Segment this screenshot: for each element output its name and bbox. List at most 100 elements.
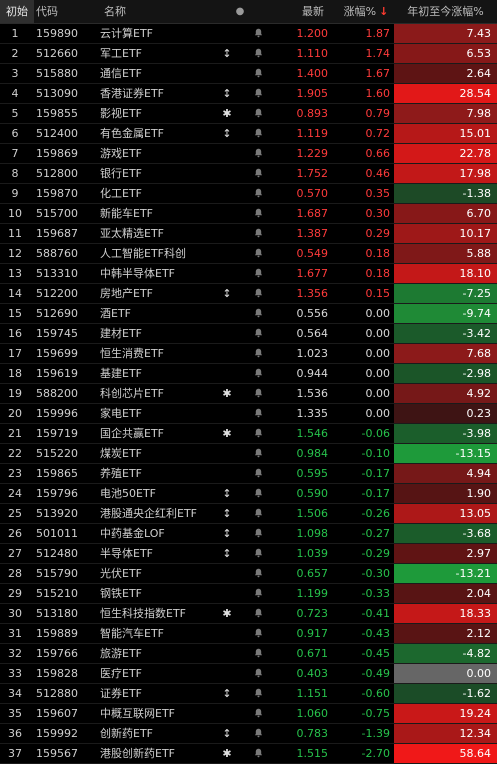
bell-icon[interactable]	[250, 44, 266, 63]
bell-icon[interactable]	[250, 344, 266, 363]
row-flag-icon[interactable]	[218, 244, 236, 263]
row-flag-icon[interactable]: ✱	[218, 104, 236, 123]
bell-icon[interactable]	[250, 444, 266, 463]
bell-icon[interactable]	[250, 464, 266, 483]
table-row[interactable]: 18 159619 基建ETF 0.944 0.00 -2.98	[0, 364, 497, 384]
bell-icon[interactable]	[250, 404, 266, 423]
bell-icon[interactable]	[250, 484, 266, 503]
table-row[interactable]: 2 512660 军工ETF ↕ 1.110 1.74 6.53	[0, 44, 497, 64]
bell-icon[interactable]	[250, 584, 266, 603]
table-row[interactable]: 21 159719 国企共赢ETF ✱ 1.546 -0.06 -3.98	[0, 424, 497, 444]
table-row[interactable]: 26 501011 中药基金LOF ↕ 1.098 -0.27 -3.68	[0, 524, 497, 544]
row-flag-icon[interactable]: ↕	[218, 504, 236, 523]
row-flag-icon[interactable]	[218, 264, 236, 283]
table-row[interactable]: 35 159607 中概互联网ETF 1.060 -0.75 19.24	[0, 704, 497, 724]
bell-icon[interactable]	[250, 684, 266, 703]
row-flag-icon[interactable]	[218, 144, 236, 163]
row-flag-icon[interactable]	[218, 344, 236, 363]
row-flag-icon[interactable]	[218, 644, 236, 663]
header-ytd[interactable]: 年初至今涨幅%	[394, 0, 497, 23]
bell-icon[interactable]	[250, 704, 266, 723]
table-row[interactable]: 24 159796 电池50ETF ↕ 0.590 -0.17 1.90	[0, 484, 497, 504]
row-flag-icon[interactable]	[218, 624, 236, 643]
row-flag-icon[interactable]	[218, 24, 236, 43]
row-flag-icon[interactable]: ↕	[218, 484, 236, 503]
table-row[interactable]: 19 588200 科创芯片ETF ✱ 1.536 0.00 4.92	[0, 384, 497, 404]
table-row[interactable]: 34 512880 证券ETF ↕ 1.151 -0.60 -1.62	[0, 684, 497, 704]
table-row[interactable]: 31 159889 智能汽车ETF 0.917 -0.43 2.12	[0, 624, 497, 644]
bell-icon[interactable]	[250, 204, 266, 223]
table-row[interactable]: 6 512400 有色金属ETF ↕ 1.119 0.72 15.01	[0, 124, 497, 144]
table-row[interactable]: 7 159869 游戏ETF 1.229 0.66 22.78	[0, 144, 497, 164]
bell-icon[interactable]	[250, 224, 266, 243]
table-row[interactable]: 25 513920 港股通央企红利ETF ↕ 1.506 -0.26 13.05	[0, 504, 497, 524]
table-row[interactable]: 13 513310 中韩半导体ETF 1.677 0.18 18.10	[0, 264, 497, 284]
bell-icon[interactable]	[250, 424, 266, 443]
bell-icon[interactable]	[250, 64, 266, 83]
row-flag-icon[interactable]	[218, 464, 236, 483]
table-row[interactable]: 27 512480 半导体ETF ↕ 1.039 -0.29 2.97	[0, 544, 497, 564]
bell-icon[interactable]	[250, 124, 266, 143]
bell-icon[interactable]	[250, 604, 266, 623]
bell-icon[interactable]	[250, 24, 266, 43]
row-flag-icon[interactable]: ↕	[218, 544, 236, 563]
table-row[interactable]: 37 159567 港股创新药ETF ✱ 1.515 -2.70 58.64	[0, 744, 497, 764]
row-flag-icon[interactable]: ✱	[218, 744, 236, 763]
row-flag-icon[interactable]: ↕	[218, 84, 236, 103]
bell-icon[interactable]	[250, 624, 266, 643]
row-flag-icon[interactable]: ↕	[218, 124, 236, 143]
bell-icon[interactable]	[250, 744, 266, 763]
bell-icon[interactable]	[250, 544, 266, 563]
bell-icon[interactable]	[250, 384, 266, 403]
row-flag-icon[interactable]	[218, 324, 236, 343]
row-flag-icon[interactable]: ✱	[218, 604, 236, 623]
row-flag-icon[interactable]	[218, 224, 236, 243]
row-flag-icon[interactable]	[218, 444, 236, 463]
table-row[interactable]: 17 159699 恒生消费ETF 1.023 0.00 7.68	[0, 344, 497, 364]
table-row[interactable]: 11 159687 亚太精选ETF 1.387 0.29 10.17	[0, 224, 497, 244]
table-row[interactable]: 8 512800 银行ETF 1.752 0.46 17.98	[0, 164, 497, 184]
bell-icon[interactable]	[250, 84, 266, 103]
bell-icon[interactable]	[250, 724, 266, 743]
bell-icon[interactable]	[250, 364, 266, 383]
table-row[interactable]: 3 515880 通信ETF 1.400 1.67 2.64	[0, 64, 497, 84]
row-flag-icon[interactable]: ✱	[218, 424, 236, 443]
table-row[interactable]: 23 159865 养殖ETF 0.595 -0.17 4.94	[0, 464, 497, 484]
bell-icon[interactable]	[250, 304, 266, 323]
table-row[interactable]: 5 159855 影视ETF ✱ 0.893 0.79 7.98	[0, 104, 497, 124]
bell-icon[interactable]	[250, 644, 266, 663]
table-row[interactable]: 1 159890 云计算ETF 1.200 1.87 7.43	[0, 24, 497, 44]
table-row[interactable]: 29 515210 钢铁ETF 1.199 -0.33 2.04	[0, 584, 497, 604]
bell-icon[interactable]	[250, 164, 266, 183]
header-name[interactable]: 名称	[104, 0, 224, 23]
row-flag-icon[interactable]: ↕	[218, 44, 236, 63]
table-row[interactable]: 15 512690 酒ETF 0.556 0.00 -9.74	[0, 304, 497, 324]
bell-icon[interactable]	[250, 244, 266, 263]
table-row[interactable]: 30 513180 恒生科技指数ETF ✱ 0.723 -0.41 18.33	[0, 604, 497, 624]
header-code[interactable]: 代码	[36, 0, 94, 23]
bell-icon[interactable]	[250, 664, 266, 683]
bell-icon[interactable]	[250, 104, 266, 123]
row-flag-icon[interactable]	[218, 584, 236, 603]
bell-icon[interactable]	[250, 324, 266, 343]
row-flag-icon[interactable]	[218, 704, 236, 723]
table-row[interactable]: 28 515790 光伏ETF 0.657 -0.30 -13.21	[0, 564, 497, 584]
bell-icon[interactable]	[250, 264, 266, 283]
row-flag-icon[interactable]	[218, 404, 236, 423]
row-flag-icon[interactable]: ✱	[218, 384, 236, 403]
table-row[interactable]: 20 159996 家电ETF 1.335 0.00 0.23	[0, 404, 497, 424]
table-row[interactable]: 12 588760 人工智能ETF科创 0.549 0.18 5.88	[0, 244, 497, 264]
row-flag-icon[interactable]	[218, 564, 236, 583]
bell-icon[interactable]	[250, 184, 266, 203]
row-flag-icon[interactable]: ↕	[218, 524, 236, 543]
table-row[interactable]: 22 515220 煤炭ETF 0.984 -0.10 -13.15	[0, 444, 497, 464]
row-flag-icon[interactable]	[218, 164, 236, 183]
bell-icon[interactable]	[250, 144, 266, 163]
row-flag-icon[interactable]	[218, 64, 236, 83]
row-flag-icon[interactable]: ↕	[218, 284, 236, 303]
header-price[interactable]: 最新	[268, 0, 324, 23]
bell-icon[interactable]	[250, 524, 266, 543]
bell-icon[interactable]	[250, 284, 266, 303]
table-row[interactable]: 36 159992 创新药ETF ↕ 0.783 -1.39 12.34	[0, 724, 497, 744]
table-row[interactable]: 32 159766 旅游ETF 0.671 -0.45 -4.82	[0, 644, 497, 664]
